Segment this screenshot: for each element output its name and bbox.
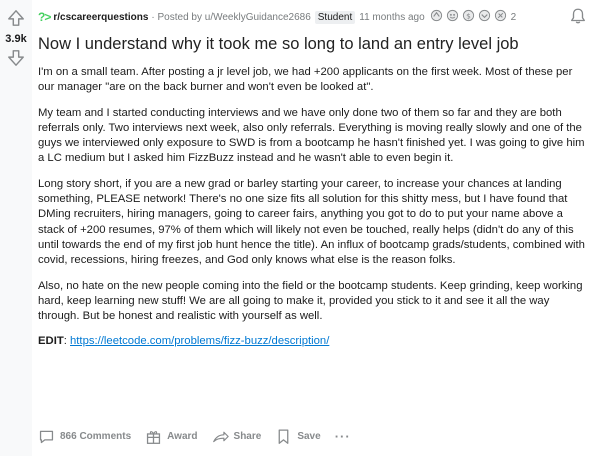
comments-button[interactable]: 866 Comments <box>38 428 131 445</box>
vote-count: 3.9k <box>5 33 27 45</box>
share-label: Share <box>233 430 262 442</box>
user-flair: Student <box>314 10 356 24</box>
award-icon <box>478 9 491 25</box>
vote-column: 3.9k <box>0 0 32 456</box>
edit-line: EDIT: https://leetcode.com/problems/fizz… <box>38 334 587 349</box>
body-paragraph: Also, no hate on the new people coming i… <box>38 279 583 323</box>
downvote-arrow-icon[interactable] <box>5 47 27 69</box>
comments-label: 866 Comments <box>60 430 132 442</box>
post-title[interactable]: Now I understand why it took me so long … <box>38 33 588 55</box>
body-paragraph: My team and I started conducting intervi… <box>38 106 585 165</box>
post-time[interactable]: 11 months ago <box>359 12 424 23</box>
award-icon <box>430 9 443 25</box>
edit-link[interactable]: https://leetcode.com/problems/fizz-buzz/… <box>70 335 329 347</box>
more-label: ··· <box>334 428 351 444</box>
edit-label: EDIT <box>38 335 64 348</box>
bell-icon[interactable] <box>569 7 587 25</box>
award-icon: $ <box>462 9 475 25</box>
award-count: 2 <box>510 11 517 23</box>
post-card: 3.9k ?> r/cscareerquestions · Posted by … <box>0 0 596 456</box>
comment-icon <box>39 430 54 443</box>
subreddit-icon[interactable]: ?> <box>38 10 51 24</box>
award-icon <box>494 9 507 25</box>
subreddit-link[interactable]: r/cscareerquestions <box>53 12 148 23</box>
award-label: Award <box>167 430 198 442</box>
bookmark-icon <box>278 428 289 444</box>
more-options-icon[interactable]: ··· <box>335 429 351 444</box>
body-paragraph: Long story short, if you are a new grad … <box>38 177 585 267</box>
body-paragraph: I'm on a small team. After posting a jr … <box>38 66 573 94</box>
svg-text:$: $ <box>466 11 471 20</box>
award-icon <box>446 9 459 25</box>
award-button[interactable]: Award <box>145 428 198 445</box>
gift-icon <box>147 430 161 444</box>
posted-by[interactable]: · Posted by u/WeeklyGuidance2686 <box>151 12 310 23</box>
share-icon <box>212 431 229 442</box>
post-meta: ?> r/cscareerquestions · Posted by u/Wee… <box>38 9 516 25</box>
post-body: I'm on a small team. After posting a jr … <box>38 65 587 360</box>
awards[interactable]: $ 2 <box>430 9 517 25</box>
upvote-arrow-icon[interactable] <box>5 7 27 29</box>
save-button[interactable]: Save <box>275 428 321 445</box>
share-button[interactable]: Share <box>212 428 262 445</box>
action-bar: 866 Comments Award Share Save ··· <box>38 425 351 447</box>
save-label: Save <box>297 430 321 442</box>
